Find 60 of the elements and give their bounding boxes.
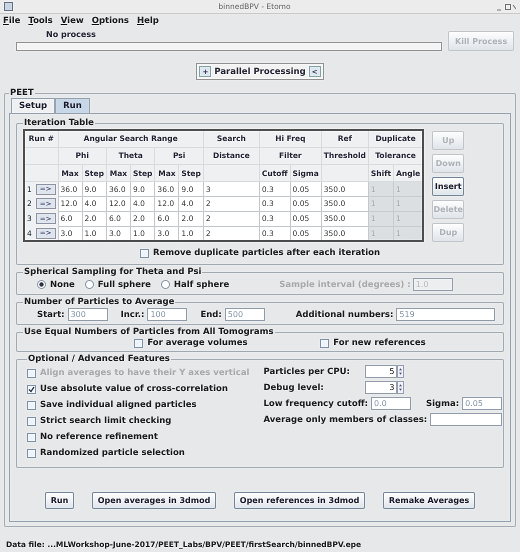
group-title: Optional / Advanced Features [27,354,171,364]
action-button[interactable]: Open references in 3dmod [234,492,366,509]
checkbox-label: Align averages to have their Y axes vertical [40,368,250,378]
process-status: No process [45,30,97,39]
checkbox-label: Save individual aligned particles [40,400,197,410]
field-label: Start: [37,310,65,320]
field-label: Debug level: [263,382,325,392]
spinner-arrows-icon[interactable] [397,381,404,394]
checkbox-label: Use absolute value of cross-correlation [40,384,228,394]
checkbox[interactable] [27,384,36,394]
checkbox[interactable] [134,338,144,348]
field-label: Sigma: [426,398,460,408]
window-controls-icon[interactable] [496,2,516,10]
group-title: Use Equal Numbers of Particles from All Tomograms [23,327,275,337]
radio-label: Full sphere [98,280,151,290]
text-field[interactable] [430,413,502,426]
menu-item[interactable]: Options [92,16,129,26]
checkbox-label: For average volumes [147,338,248,348]
tab[interactable]: Run [55,98,90,113]
parallel-processing-label: Parallel Processing [214,66,306,76]
menu-item[interactable]: File [3,16,20,26]
checkbox[interactable] [27,432,36,442]
group-title: Iteration Table [23,118,95,128]
checkbox[interactable] [140,248,149,258]
checkbox-label: No reference refinement [40,432,158,442]
checkbox-label: Remove duplicate particles after each iteration [152,248,380,258]
radio-button[interactable] [84,280,94,289]
field-label: Additional numbers: [296,310,394,320]
spinner-field[interactable]: 3 [365,381,398,394]
spinner-field[interactable]: 5 [365,365,398,378]
radio-label: Half sphere [174,280,230,290]
tab[interactable]: Setup [11,98,56,113]
field-label: Low frequency cutoff: [263,398,368,408]
group-title: Spherical Sampling for Theta and Psi [23,267,202,277]
table-action-button[interactable]: Insert [432,177,464,196]
action-button[interactable]: Run [44,492,74,509]
group-title: PEET [9,88,35,98]
field-label: Average only members of classes: [263,414,428,424]
field-label: Particles per CPU: [263,366,351,376]
action-button[interactable]: Remake Averages [382,492,476,509]
menu-item[interactable]: View [60,16,84,26]
checkbox-label: Randomized particle selection [40,448,185,458]
action-button[interactable]: Open averages in 3dmod [92,492,216,509]
radio-button[interactable] [37,280,46,289]
radio-label: None [50,280,75,290]
field-label: End: [200,310,222,320]
app-icon [4,2,13,11]
checkbox-label: For new references [333,338,426,348]
checkbox[interactable] [27,416,36,426]
group-title: Number of Particles to Average [23,297,176,307]
spinner-arrows-icon[interactable] [397,365,404,378]
field-label: Incr.: [120,310,144,320]
checkbox[interactable] [27,448,36,458]
checkbox-label: Strict search limit checking [40,416,172,426]
checkbox[interactable] [27,400,36,410]
radio-button[interactable] [160,280,170,289]
field-label: Sample interval (degrees) : [279,280,411,290]
menu-item[interactable]: Help [136,16,159,26]
menu-item[interactable]: Tools [28,16,53,26]
checkbox[interactable] [320,338,330,348]
